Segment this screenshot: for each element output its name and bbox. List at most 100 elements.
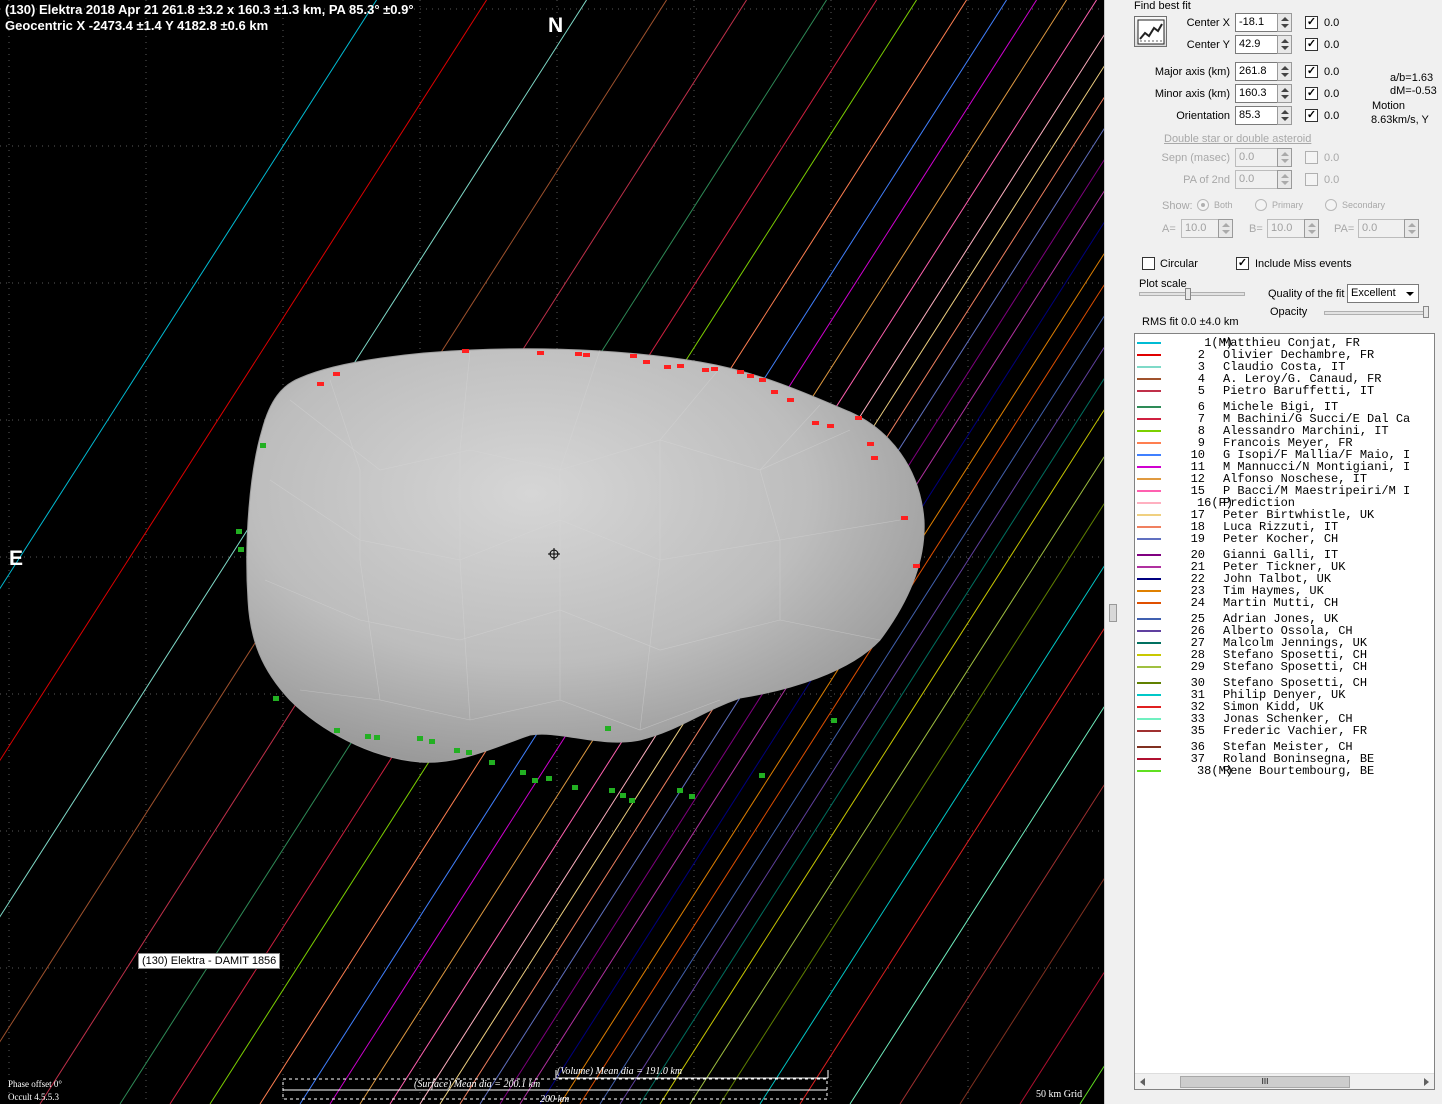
observer-list-hscrollbar[interactable]: III [1135, 1073, 1434, 1089]
splitter-grip[interactable] [1109, 604, 1117, 622]
minor-axis-spinner[interactable] [1277, 84, 1292, 103]
observer-color-swatch [1137, 694, 1161, 696]
reappear-marker [520, 770, 526, 775]
show-secondary-radio[interactable] [1325, 199, 1337, 211]
major-axis-input[interactable]: 261.8 [1235, 62, 1282, 81]
a-spinner[interactable] [1218, 219, 1233, 238]
reappear-marker [629, 798, 635, 803]
disappear-marker [664, 365, 671, 369]
observer-row[interactable]: 5 Pietro Baruffetti, IT [1135, 385, 1434, 397]
plot-scale-slider[interactable] [1185, 288, 1191, 300]
a-input[interactable]: 10.0 [1181, 219, 1221, 238]
orientation-spinner[interactable] [1277, 106, 1292, 125]
opacity-track[interactable] [1324, 311, 1428, 315]
scroll-left-icon[interactable] [1140, 1078, 1145, 1086]
observer-color-swatch [1137, 770, 1161, 772]
show-primary-label: Primary [1272, 200, 1303, 210]
observer-color-swatch [1137, 578, 1161, 580]
pa2nd-spinner[interactable] [1277, 170, 1292, 189]
major-axis-label: Major axis (km) [1154, 66, 1230, 78]
observer-number: 35 [1190, 724, 1205, 738]
a-label: A= [1162, 223, 1176, 235]
reappear-marker [532, 778, 538, 783]
hscroll-thumb[interactable]: III [1180, 1076, 1350, 1088]
reappear-marker [238, 547, 244, 552]
opacity-label: Opacity [1270, 306, 1308, 318]
major-axis-spinner[interactable] [1277, 62, 1292, 81]
b-input[interactable]: 10.0 [1267, 219, 1307, 238]
disappear-marker [759, 378, 766, 382]
observer-color-swatch [1137, 654, 1161, 656]
sepn-uncert: 0.0 [1324, 152, 1340, 164]
disappear-marker [630, 354, 637, 358]
show-primary-radio[interactable] [1255, 199, 1267, 211]
panel-splitter[interactable] [1104, 0, 1122, 1104]
north-label: N [548, 14, 564, 37]
observer-number: 19 [1190, 532, 1205, 546]
observer-color-swatch [1137, 390, 1161, 392]
observer-name: Rene Bourtembourg, BE [1223, 764, 1375, 778]
center-y-spinner[interactable] [1277, 35, 1292, 54]
reappear-marker [365, 734, 371, 739]
observer-color-swatch [1137, 718, 1161, 720]
pa2nd-input[interactable]: 0.0 [1235, 170, 1282, 189]
disappear-marker [737, 370, 744, 374]
reappear-marker [236, 529, 242, 534]
center-y-checkbox[interactable]: ✓ [1305, 38, 1318, 51]
pa-input[interactable]: 0.0 [1358, 219, 1408, 238]
b-spinner[interactable] [1304, 219, 1319, 238]
pa2nd-checkbox[interactable] [1305, 173, 1318, 186]
observer-color-swatch [1137, 478, 1161, 480]
observer-color-swatch [1137, 418, 1161, 420]
disappear-marker [855, 416, 862, 420]
quality-label: Quality of the fit [1268, 288, 1345, 300]
chevron-down-icon [1406, 292, 1414, 296]
pa-spinner[interactable] [1404, 219, 1419, 238]
disappear-marker [711, 367, 718, 371]
observer-row[interactable]: 35 Frederic Vachier, FR [1135, 724, 1434, 738]
occultation-plot[interactable]: (130) Elektra 2018 Apr 21 261.8 ±3.2 x 1… [0, 0, 1104, 1104]
scale-bar-label: 200 km [540, 1094, 570, 1104]
observer-list[interactable]: 1(M) Matthieu Conjat, FR 2 Olivier Dechambr… [1134, 333, 1435, 1090]
sepn-checkbox[interactable] [1305, 151, 1318, 164]
plot-scale-track[interactable] [1139, 292, 1245, 296]
disappear-marker [333, 372, 340, 376]
rms-fit-text: RMS fit 0.0 ±4.0 km [1142, 316, 1239, 328]
center-x-checkbox[interactable]: ✓ [1305, 16, 1318, 29]
disappear-marker [537, 351, 544, 355]
disappear-marker [317, 382, 324, 386]
observer-row[interactable]: 29 Stefano Sposetti, CH [1135, 661, 1434, 673]
sepn-input[interactable]: 0.0 [1235, 148, 1282, 167]
reappear-marker [546, 776, 552, 781]
major-axis-checkbox[interactable]: ✓ [1305, 65, 1318, 78]
sepn-spinner[interactable] [1277, 148, 1292, 167]
phase-offset-text: Phase offset 0° [8, 1079, 62, 1089]
disappear-marker [901, 516, 908, 520]
observer-color-swatch [1137, 490, 1161, 492]
circular-checkbox[interactable] [1142, 257, 1155, 270]
quality-select[interactable]: Excellent [1347, 284, 1419, 303]
observer-color-swatch [1137, 538, 1161, 540]
disappear-marker [827, 424, 834, 428]
chart-fit-icon [1137, 19, 1165, 45]
minor-axis-input[interactable]: 160.3 [1235, 84, 1282, 103]
observer-color-swatch [1137, 526, 1161, 528]
plot-header-geocentric: Geocentric X -2473.4 ±1.4 Y 4182.8 ±0.6 … [5, 18, 269, 33]
orientation-checkbox[interactable]: ✓ [1305, 109, 1318, 122]
center-y-input[interactable]: 42.9 [1235, 35, 1282, 54]
disappear-marker [643, 360, 650, 364]
reappear-marker [759, 773, 765, 778]
center-x-input[interactable]: -18.1 [1235, 13, 1282, 32]
include-miss-checkbox[interactable]: ✓ [1236, 257, 1249, 270]
show-both-radio[interactable] [1197, 199, 1209, 211]
minor-axis-checkbox[interactable]: ✓ [1305, 87, 1318, 100]
volume-mean-dia: (Volume) Mean dia = 191.0 km [557, 1066, 683, 1077]
opacity-slider[interactable] [1423, 306, 1429, 318]
orientation-input[interactable]: 85.3 [1235, 106, 1282, 125]
scroll-right-icon[interactable] [1424, 1078, 1429, 1086]
observer-color-swatch [1137, 502, 1161, 504]
observer-row[interactable]: 24 Martin Mutti, CH [1135, 597, 1434, 609]
observer-row[interactable]: 38(M) Rene Bourtembourg, BE [1135, 764, 1434, 778]
center-x-spinner[interactable] [1277, 13, 1292, 32]
observer-row[interactable]: 19 Peter Kocher, CH [1135, 532, 1434, 546]
